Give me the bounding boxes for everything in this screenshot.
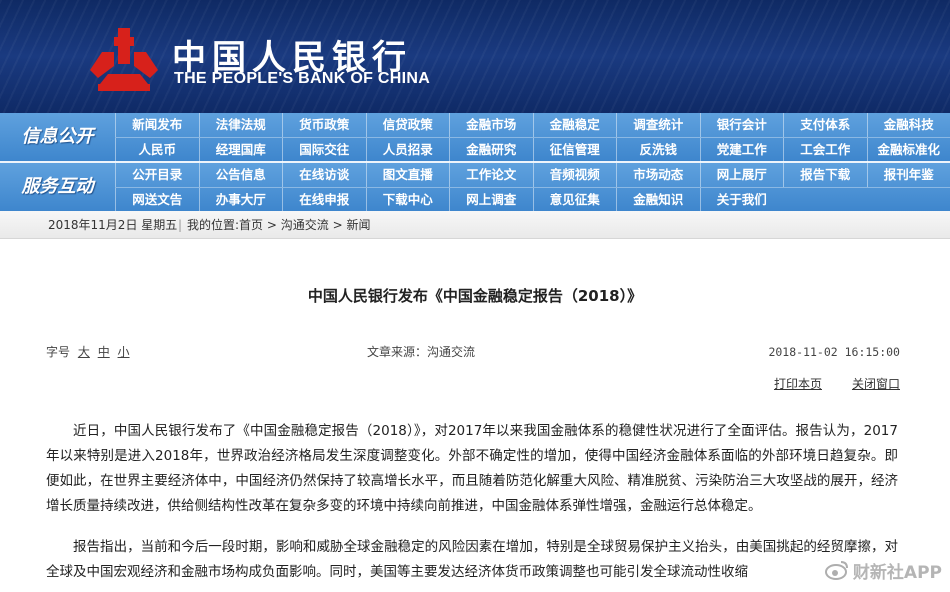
site-header: 中国人民银行 THE PEOPLE'S BANK OF CHINA bbox=[0, 0, 950, 113]
breadcrumb-news[interactable]: 新闻 bbox=[346, 218, 370, 232]
nav-item[interactable]: 经理国库 bbox=[198, 138, 283, 162]
nav-item[interactable]: 金融研究 bbox=[449, 138, 533, 162]
nav-item[interactable]: 人员招录 bbox=[365, 138, 450, 162]
breadcrumb-prefix: 我的位置: bbox=[187, 218, 240, 232]
nav-item[interactable]: 网送文告 bbox=[115, 188, 199, 212]
nav-item[interactable]: 银行会计 bbox=[699, 113, 784, 137]
article-paragraph: 报告指出，当前和今后一段时期，影响和威胁全球金融稳定的风险因素在增加，特别是全球… bbox=[46, 539, 898, 580]
nav-item[interactable]: 图文直播 bbox=[365, 163, 450, 187]
nav-item[interactable]: 金融市场 bbox=[449, 113, 533, 137]
nav-item[interactable]: 反洗钱 bbox=[616, 138, 700, 162]
breadcrumb-home[interactable]: 首页 bbox=[239, 218, 263, 232]
nav-item[interactable]: 法律法规 bbox=[198, 113, 283, 137]
nav-item[interactable]: 金融科技 bbox=[866, 113, 950, 137]
article-source: 文章来源：沟通交流 bbox=[367, 345, 476, 359]
font-size-label: 字号 bbox=[46, 345, 71, 359]
weibo-icon bbox=[824, 561, 848, 580]
close-window-link[interactable]: 关闭窗口 bbox=[852, 374, 900, 394]
nav-item[interactable]: 金融稳定 bbox=[532, 113, 617, 137]
nav-service-section: 服务互动 公开目录 公告信息 在线访谈 图文直播 工作论文 音频视频 市场动态 … bbox=[0, 163, 950, 212]
nav-item[interactable]: 党建工作 bbox=[699, 138, 784, 162]
nav-item[interactable]: 报刊年鉴 bbox=[866, 163, 950, 187]
nav-item[interactable]: 网上调查 bbox=[449, 188, 533, 212]
nav-item[interactable]: 关于我们 bbox=[699, 188, 784, 212]
nav-item[interactable]: 货币政策 bbox=[282, 113, 366, 137]
nav-item[interactable]: 调查统计 bbox=[616, 113, 700, 137]
watermark: 财新社APP bbox=[824, 556, 942, 584]
nav-item[interactable]: 国际交往 bbox=[282, 138, 366, 162]
nav-item[interactable]: 工会工作 bbox=[783, 138, 867, 162]
article-title: 中国人民银行发布《中国金融稳定报告（2018）》 bbox=[307, 287, 643, 305]
breadcrumb-comm[interactable]: 沟通交流 bbox=[281, 218, 329, 232]
breadcrumb-arrow: > bbox=[263, 218, 281, 232]
nav-item[interactable]: 市场动态 bbox=[616, 163, 700, 187]
main-nav: 信息公开 新闻发布 法律法规 货币政策 信贷政策 金融市场 金融稳定 调查统计 … bbox=[0, 113, 950, 212]
nav-item[interactable]: 在线申报 bbox=[282, 188, 366, 212]
divider: | bbox=[178, 218, 183, 232]
article-meta: 字号 大 中 小 文章来源：沟通交流 2018-11-02 16:15:00 bbox=[46, 342, 900, 362]
font-size-control: 字号 大 中 小 bbox=[46, 342, 130, 362]
nav-item[interactable]: 支付体系 bbox=[783, 113, 867, 137]
article-actions: 打印本页 关闭窗口 bbox=[46, 374, 900, 394]
nav-item[interactable]: 征信管理 bbox=[532, 138, 617, 162]
nav-item[interactable]: 新闻发布 bbox=[115, 113, 199, 137]
current-date: 2018年11月2日 星期五 bbox=[48, 218, 178, 232]
article-time: 2018-11-02 16:15:00 bbox=[768, 345, 900, 359]
breadcrumb-arrow: > bbox=[328, 218, 347, 232]
print-page-link[interactable]: 打印本页 bbox=[774, 374, 822, 394]
site-title-en: THE PEOPLE'S BANK OF CHINA bbox=[174, 70, 431, 87]
nav-item[interactable]: 金融标准化 bbox=[866, 138, 950, 162]
nav-item[interactable]: 下载中心 bbox=[365, 188, 450, 212]
nav-service-label[interactable]: 服务互动 bbox=[0, 163, 115, 211]
nav-item[interactable]: 公开目录 bbox=[115, 163, 199, 187]
nav-item[interactable]: 金融知识 bbox=[616, 188, 700, 212]
nav-item[interactable]: 网上展厅 bbox=[699, 163, 784, 187]
pboc-logo-icon[interactable] bbox=[88, 26, 160, 92]
font-size-large[interactable]: 大 bbox=[78, 345, 90, 359]
watermark-text: 财新社APP bbox=[852, 562, 942, 583]
nav-item[interactable]: 工作论文 bbox=[449, 163, 533, 187]
font-size-small[interactable]: 小 bbox=[118, 345, 130, 359]
nav-info-row-2: 人民币 经理国库 国际交往 人员招录 金融研究 征信管理 反洗钱 党建工作 工会… bbox=[115, 137, 950, 162]
nav-item[interactable]: 公告信息 bbox=[198, 163, 283, 187]
nav-item[interactable]: 音频视频 bbox=[532, 163, 617, 187]
nav-item[interactable]: 信贷政策 bbox=[365, 113, 450, 137]
nav-service-row-2: 网送文告 办事大厅 在线申报 下载中心 网上调查 意见征集 金融知识 关于我们 bbox=[115, 187, 950, 212]
nav-info-section: 信息公开 新闻发布 法律法规 货币政策 信贷政策 金融市场 金融稳定 调查统计 … bbox=[0, 113, 950, 162]
nav-item[interactable]: 在线访谈 bbox=[282, 163, 366, 187]
nav-info-label[interactable]: 信息公开 bbox=[0, 113, 115, 161]
nav-item[interactable]: 办事大厅 bbox=[198, 188, 283, 212]
nav-item[interactable]: 报告下载 bbox=[783, 163, 867, 187]
article-paragraph: 近日，中国人民银行发布了《中国金融稳定报告（2018）》，对2017年以来我国金… bbox=[46, 423, 898, 514]
nav-info-row-1: 新闻发布 法律法规 货币政策 信贷政策 金融市场 金融稳定 调查统计 银行会计 … bbox=[115, 113, 950, 137]
breadcrumb: 我的位置:首页 > 沟通交流 > 新闻 bbox=[187, 211, 370, 239]
nav-item[interactable]: 人民币 bbox=[115, 138, 199, 162]
font-size-medium[interactable]: 中 bbox=[98, 345, 110, 359]
nav-item[interactable]: 意见征集 bbox=[532, 188, 617, 212]
breadcrumb-bar: 2018年11月2日 星期五 | 我的位置:首页 > 沟通交流 > 新闻 bbox=[0, 211, 950, 239]
article-content: 中国人民银行发布《中国金融稳定报告（2018）》 字号 大 中 小 文章来源：沟… bbox=[0, 253, 950, 592]
nav-service-row-1: 公开目录 公告信息 在线访谈 图文直播 工作论文 音频视频 市场动态 网上展厅 … bbox=[115, 163, 950, 187]
